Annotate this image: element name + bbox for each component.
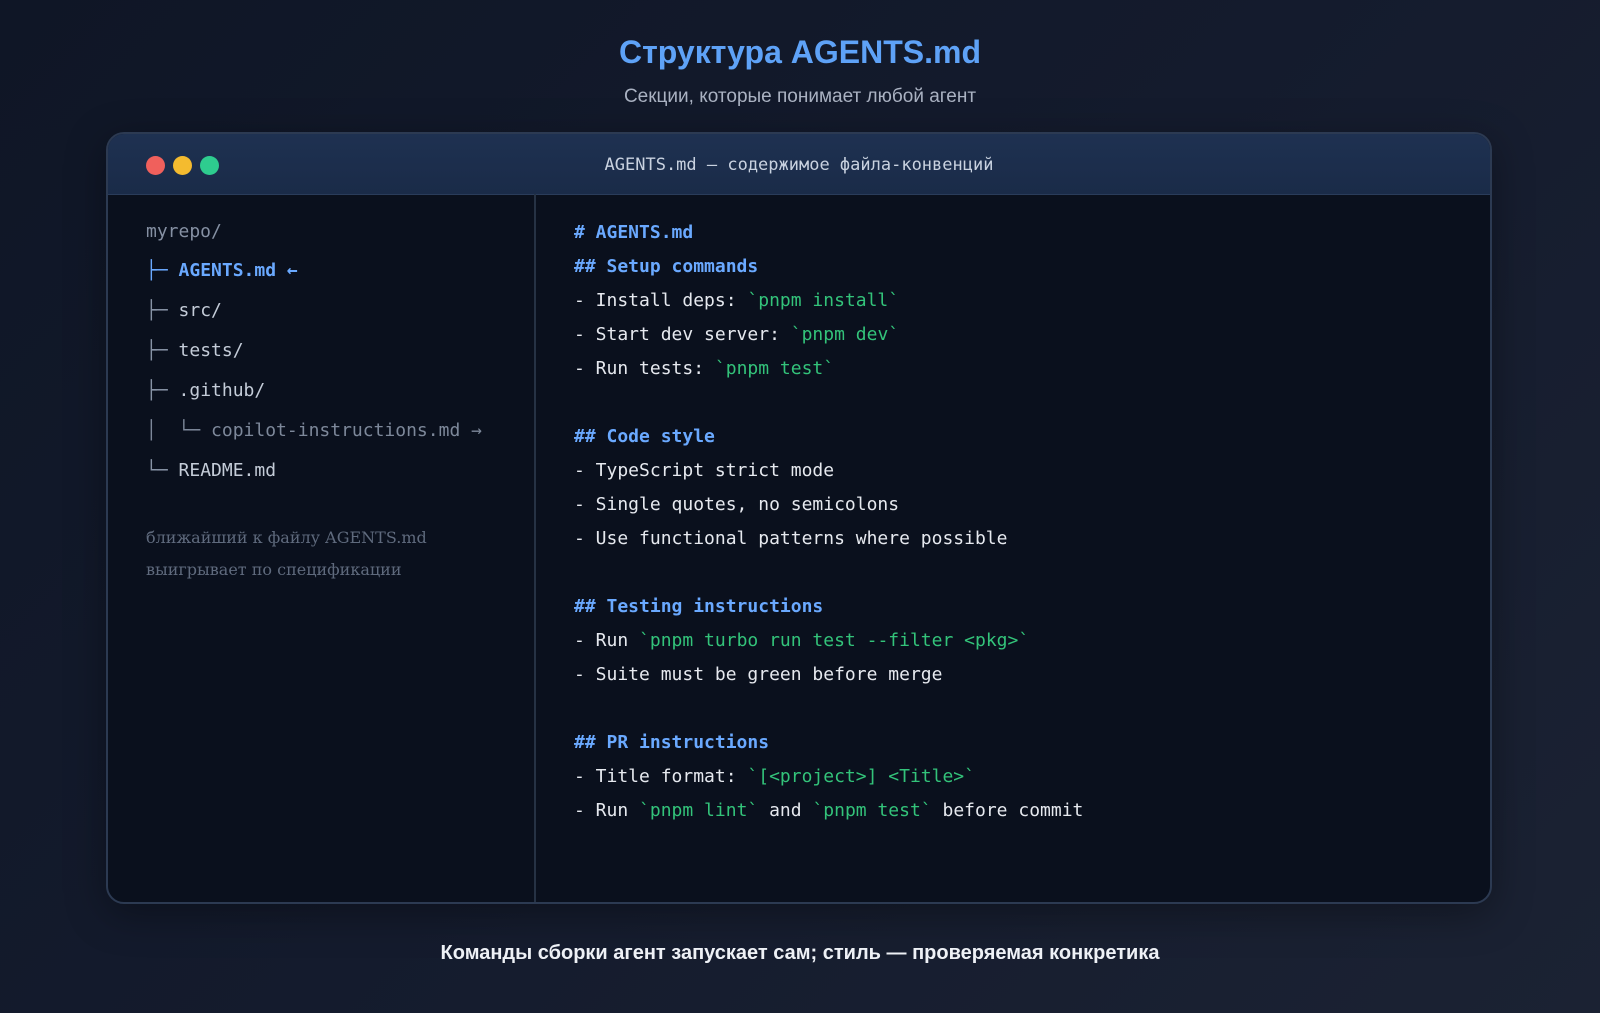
setup-line-test: - Run tests: `pnpm test`: [574, 358, 835, 379]
testing-line-run: - Run `pnpm turbo run test --filter <pkg…: [574, 630, 1030, 651]
testing-line-suite: - Suite must be green before merge: [574, 664, 943, 685]
style-line: - Use functional patterns where possible: [574, 528, 1008, 549]
tree-root-folder[interactable]: myrepo/: [146, 214, 222, 250]
tree-item-copilot-instructions[interactable]: │ └─ copilot-instructions.md →: [146, 413, 482, 449]
pr-line-run: - Run `pnpm lint` and `pnpm test` before…: [574, 800, 1084, 821]
tree-branch-glyph: ├─: [146, 340, 179, 361]
setup-line-dev: - Start dev server: `pnpm dev`: [574, 324, 900, 345]
file-tree-pane: myrepo/ ├─ AGENTS.md ← ├─ src/ ├─ tests/…: [108, 194, 536, 902]
tree-item-label: src/: [178, 300, 222, 321]
tree-item-github[interactable]: ├─ .github/: [146, 373, 265, 409]
tree-note-line: выигрывает по спецификации: [146, 560, 402, 579]
tree-item-label: .github/: [178, 380, 266, 401]
tree-item-label: tests/: [178, 340, 244, 361]
window-title: AGENTS.md — содержимое файла-конвенций: [604, 155, 994, 175]
tree-item-label: AGENTS.md ←: [178, 260, 298, 281]
footer-caption: Команды сборки агент запускает сам; стил…: [440, 942, 1160, 964]
tree-note: ближайший к файлу AGENTS.md выигрывает п…: [146, 522, 427, 586]
window-titlebar: AGENTS.md — содержимое файла-конвенций: [108, 134, 1490, 195]
pr-line-title-format: - Title format: `[<project>] <Title>`: [574, 766, 975, 787]
style-line: - Single quotes, no semicolons: [574, 494, 900, 515]
setup-line-install: - Install deps: `pnpm install`: [574, 290, 900, 311]
page-subtitle: Секции, которые понимает любой агент: [623, 86, 977, 107]
tree-branch-glyph: └─: [146, 460, 179, 481]
section-heading-code-style: ## Code style: [574, 426, 715, 447]
section-heading-setup: ## Setup commands: [574, 256, 759, 277]
tree-item-agents-md[interactable]: ├─ AGENTS.md ←: [146, 253, 298, 289]
tree-branch-glyph: ├─: [146, 300, 179, 321]
tree-item-label: copilot-instructions.md →: [211, 420, 482, 441]
tree-branch-glyph: │ └─: [146, 420, 212, 441]
tree-branch-glyph: ├─: [146, 260, 179, 281]
tree-branch-glyph: ├─: [146, 380, 179, 401]
doc-title: # AGENTS.md: [574, 222, 694, 243]
section-heading-pr: ## PR instructions: [574, 732, 770, 753]
tree-item-src[interactable]: ├─ src/: [146, 293, 222, 329]
section-heading-testing: ## Testing instructions: [574, 596, 824, 617]
markdown-content-pane: # AGENTS.md ## Setup commands - Install …: [574, 194, 1474, 894]
page-title: Структура AGENTS.md: [618, 34, 982, 70]
tree-item-tests[interactable]: ├─ tests/: [146, 333, 244, 369]
tree-item-readme[interactable]: └─ README.md: [146, 453, 276, 489]
editor-window: AGENTS.md — содержимое файла-конвенций m…: [106, 132, 1492, 904]
style-line: - TypeScript strict mode: [574, 460, 835, 481]
tree-note-line: ближайший к файлу AGENTS.md: [146, 528, 427, 547]
tree-item-label: README.md: [178, 460, 277, 481]
